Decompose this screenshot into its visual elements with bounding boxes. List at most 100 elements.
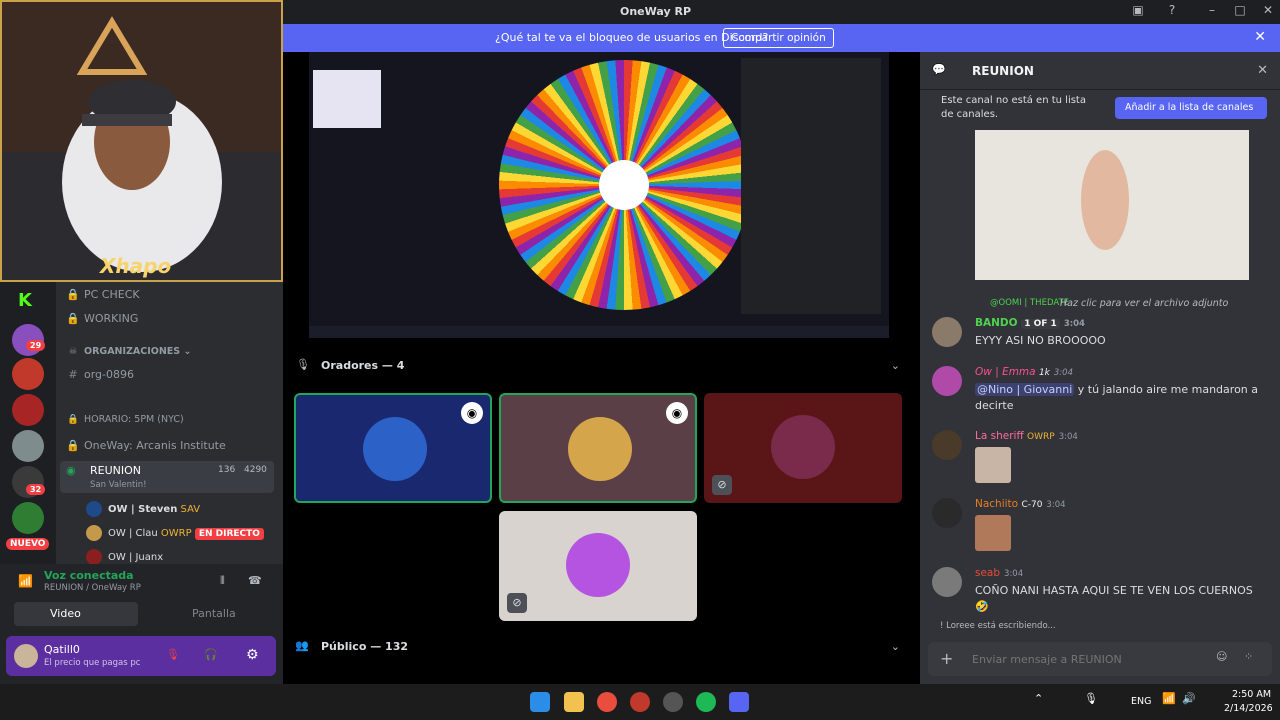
voice-member[interactable]: OW | Clau OWRP EN DIRECTO <box>86 525 264 541</box>
image-attachment[interactable] <box>975 447 1011 483</box>
start-icon[interactable] <box>530 692 550 712</box>
webcam-overlay: Xhapo <box>0 0 283 282</box>
prize-wheel <box>499 60 749 310</box>
speaker-logo <box>568 417 632 481</box>
message-input[interactable] <box>972 650 1192 668</box>
feedback-button[interactable]: Compartir opinión <box>723 28 834 48</box>
user-status: El precio que pagas pc <box>44 658 141 668</box>
mute-icon[interactable]: 🎙 <box>166 648 180 661</box>
voice-member[interactable]: OW | Steven SAV <box>86 501 200 517</box>
minimize-button[interactable]: – <box>1200 3 1224 21</box>
mention[interactable]: @Nino | Giovanni <box>975 383 1075 396</box>
voice-channel-subtitle: San Valentin! <box>90 480 147 490</box>
category-organizaciones[interactable]: ☠ ORGANIZACIONES ⌄ <box>66 346 192 357</box>
emoji-icon[interactable]: ☺ <box>1216 650 1227 663</box>
speaker-tile-steven[interactable]: ◉ <box>294 393 492 503</box>
muted-icon: ⊘ <box>507 593 527 613</box>
video-button[interactable]: Video <box>14 602 138 626</box>
chat-header: 💬 REUNION ✕ <box>920 52 1280 90</box>
disconnect-icon[interactable]: ☎ <box>248 574 262 587</box>
inbox-icon[interactable]: ▣ <box>1126 3 1150 21</box>
streamer-name: Xhapo <box>100 254 172 278</box>
camera-icon: ◉ <box>666 402 688 424</box>
add-attachment-icon[interactable]: + <box>940 649 953 668</box>
avatar[interactable] <box>932 567 962 597</box>
screen-share-button[interactable]: Pantalla <box>144 602 268 626</box>
speaker-tile-juanx[interactable]: ⊘ <box>704 393 902 503</box>
server-icon-6[interactable] <box>12 502 44 534</box>
username: Qatill0 <box>44 643 80 656</box>
channel-org[interactable]: # org-0896 <box>66 368 134 381</box>
tray-chevron-icon[interactable]: ⌃ <box>1034 692 1043 705</box>
discord-icon[interactable] <box>729 692 749 712</box>
message-author[interactable]: BANDO 1 OF 1 3:04 <box>975 317 1085 329</box>
avatar[interactable] <box>932 366 962 396</box>
close-window-button[interactable]: ✕ <box>1256 3 1280 21</box>
speaker-logo <box>771 415 835 479</box>
gif-attachment[interactable] <box>975 130 1249 280</box>
help-icon[interactable]: ? <box>1160 3 1184 21</box>
headphones-icon[interactable]: 🎧 <box>204 648 218 661</box>
language-indicator[interactable]: ENG <box>1131 696 1151 707</box>
gif-image <box>1081 150 1129 250</box>
obs-icon[interactable] <box>663 692 683 712</box>
mic-icon: 🎙 <box>296 358 310 371</box>
app-icon[interactable] <box>630 692 650 712</box>
close-banner-icon[interactable]: ✕ <box>1254 29 1266 45</box>
apps-icon[interactable]: ⁘ <box>1244 650 1253 663</box>
message-author[interactable]: Nachiito C-70 3:04 <box>975 498 1066 510</box>
avatar[interactable] <box>14 644 38 668</box>
user-panel: 📶 Voz conectada REUNION / OneWay RP ⦀ ☎ … <box>0 564 283 684</box>
clock-date[interactable]: 2/14/2026 <box>1224 703 1273 714</box>
channel-arcanis[interactable]: 🔒 OneWay: Arcanis Institute <box>66 439 226 452</box>
channel-pc-check[interactable]: 🔒 PC CHECK <box>66 288 139 301</box>
audience-header: Público — 132 <box>321 640 409 653</box>
speaker-tile-4[interactable]: ⊘ <box>499 511 697 621</box>
voice-channel-info: REUNION / OneWay RP <box>44 583 141 593</box>
soundboard-icon[interactable]: ⦀ <box>220 574 225 588</box>
wheel-hub <box>599 160 649 210</box>
channel-working[interactable]: 🔒 WORKING <box>66 312 138 325</box>
settings-icon[interactable]: ⚙ <box>246 647 259 663</box>
avatar[interactable] <box>932 430 962 460</box>
file-explorer-icon[interactable] <box>564 692 584 712</box>
image-attachment[interactable] <box>975 515 1011 551</box>
window-title: OneWay RP <box>620 5 692 18</box>
muted-icon: ⊘ <box>712 475 732 495</box>
avatar[interactable] <box>932 317 962 347</box>
volume-icon[interactable]: 🔊 <box>1182 692 1196 705</box>
voice-channel-reunion[interactable]: ◉ REUNION San Valentin! 136 4290 <box>60 461 274 493</box>
chevron-down-icon[interactable]: ⌄ <box>891 359 900 372</box>
message-input-box: + ☺ ⁘ <box>928 642 1272 676</box>
voice-member[interactable]: OW | Juanx <box>86 549 163 565</box>
clock-time[interactable]: 2:50 AM <box>1232 689 1271 700</box>
message-text: @Nino | Giovanni y tú jalando aire me ma… <box>975 383 1259 412</box>
spotify-icon[interactable] <box>696 692 716 712</box>
server-icon-4[interactable] <box>12 430 44 462</box>
screen-share[interactable] <box>309 52 889 338</box>
thread-icon: 💬 <box>932 63 946 76</box>
video-label: Video <box>50 607 81 620</box>
add-channel-button[interactable]: Añadir a la lista de canales <box>1115 97 1267 119</box>
message-author[interactable]: La sheriff OWRP 3:04 <box>975 430 1078 442</box>
message-author[interactable]: Ow | Emma 1k 3:04 <box>975 366 1073 378</box>
chevron-down-icon[interactable]: ⌄ <box>891 640 900 653</box>
camera-icon: ◉ <box>461 402 483 424</box>
close-chat-icon[interactable]: ✕ <box>1257 63 1268 78</box>
channel-horario[interactable]: 🔒 HORARIO: 5PM (NYC) <box>66 414 184 425</box>
speakers-header: Oradores — 4 <box>321 359 405 372</box>
maximize-button[interactable]: □ <box>1228 3 1252 21</box>
message-author[interactable]: seab 3:04 <box>975 567 1023 579</box>
avatar[interactable] <box>932 498 962 528</box>
avatar <box>86 549 102 565</box>
chrome-icon[interactable] <box>597 692 617 712</box>
wifi-icon[interactable]: 📶 <box>1162 692 1176 705</box>
server-icon-2[interactable] <box>12 358 44 390</box>
reply-mention: @OOMI | THEDATE <box>990 298 1070 308</box>
server-icon-3[interactable] <box>12 394 44 426</box>
feedback-banner: ¿Qué tal te va el bloqueo de usuarios en… <box>283 24 1280 52</box>
attachment-hint[interactable]: Haz clic para ver el archivo adjunto <box>1060 298 1228 309</box>
typing-indicator: ! Loreee está escribiendo... <box>940 621 1056 631</box>
speaker-tile-clau[interactable]: ◉ <box>499 393 697 503</box>
mic-tray-icon[interactable]: 🎙 <box>1084 692 1098 705</box>
